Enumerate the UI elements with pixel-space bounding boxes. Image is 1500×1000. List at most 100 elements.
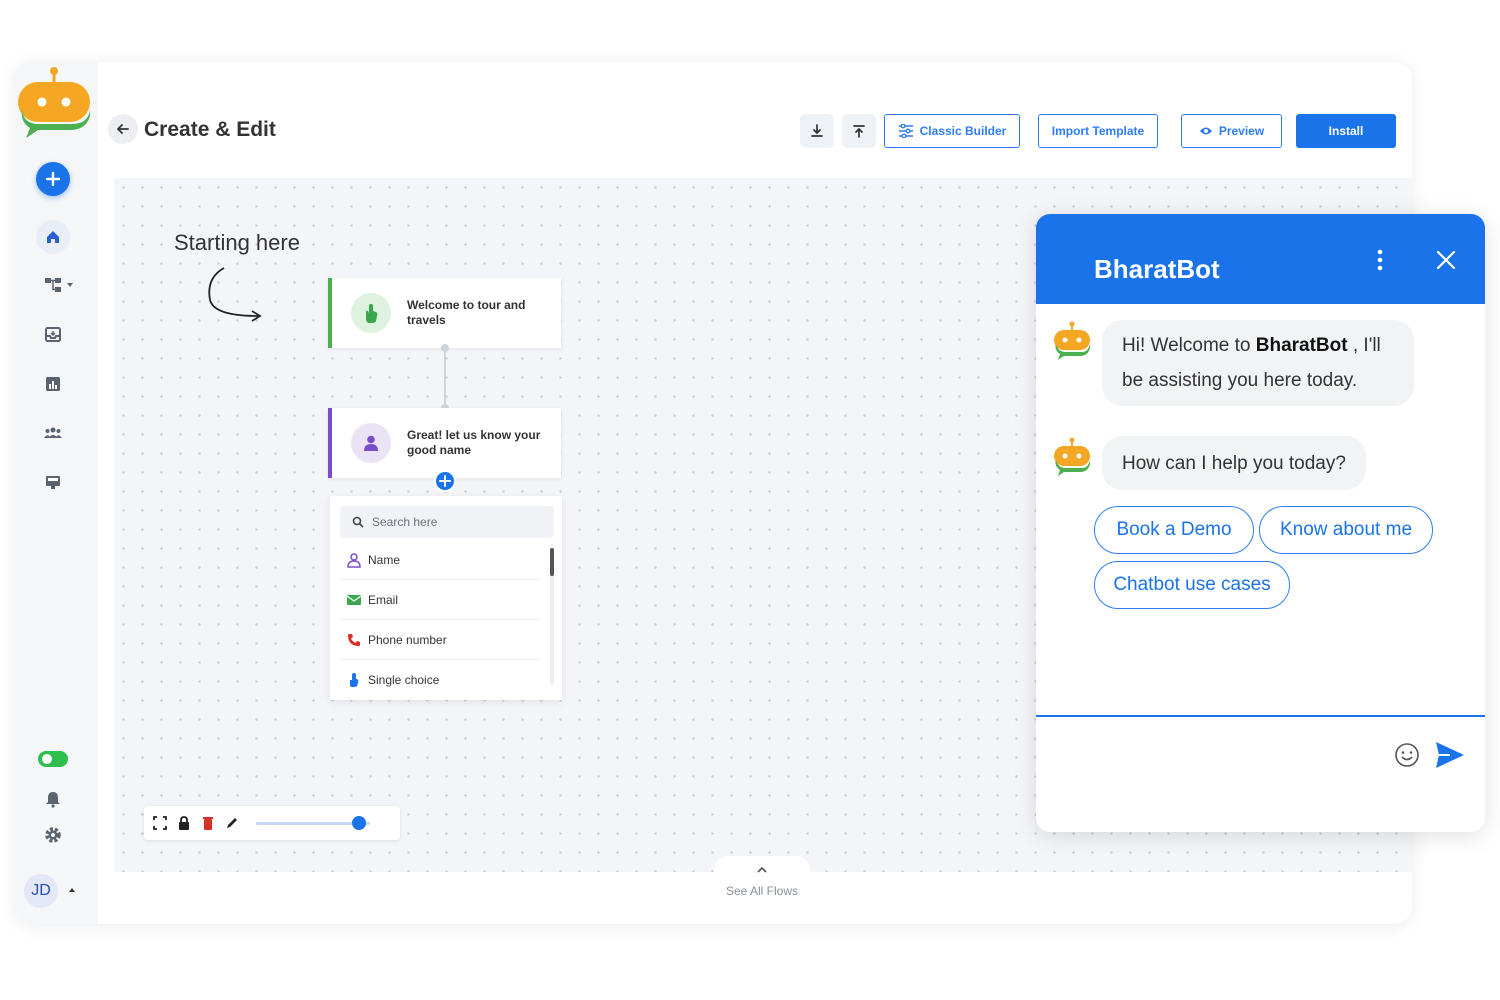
bot-message: How can I help you today?	[1102, 436, 1366, 490]
search-input[interactable]	[372, 515, 542, 529]
message-bot-name: BharatBot	[1255, 335, 1348, 356]
bot-avatar-icon	[1054, 321, 1090, 360]
sidebar-item-analytics[interactable]	[36, 367, 70, 401]
dropdown-item-phone[interactable]: Phone number	[340, 620, 540, 660]
node-text: Welcome to tour and travels	[407, 298, 526, 327]
plus-icon	[45, 171, 61, 187]
home-icon	[47, 231, 59, 243]
monitor-icon	[46, 476, 60, 489]
chevron-down-icon	[67, 283, 73, 287]
flow-tree-icon	[45, 278, 61, 292]
upload-icon	[853, 125, 865, 138]
install-label: Install	[1328, 124, 1364, 138]
user-avatar[interactable]: JD	[24, 874, 58, 908]
inbox-icon	[45, 327, 61, 342]
send-icon[interactable]	[1434, 740, 1466, 770]
node-avatar	[351, 293, 391, 333]
dropdown-item-name[interactable]: Name	[340, 540, 540, 580]
install-button[interactable]: Install	[1296, 114, 1396, 148]
import-template-button[interactable]: Import Template	[1038, 114, 1158, 148]
close-icon	[1436, 250, 1456, 270]
emoji-icon[interactable]	[1394, 742, 1420, 768]
bell-icon	[46, 792, 60, 808]
start-annotation: Starting here	[174, 230, 300, 255]
hand-pointer-icon	[366, 304, 378, 323]
create-new-button[interactable]	[36, 162, 70, 196]
bot-avatar-icon	[1054, 437, 1090, 476]
import-template-label: Import Template	[1051, 124, 1145, 138]
team-icon	[44, 427, 62, 438]
message-text: , I'll	[1347, 335, 1381, 356]
phone-icon	[348, 633, 360, 646]
chat-message-input[interactable]	[1050, 732, 1380, 776]
eye-icon	[1199, 127, 1212, 135]
classic-builder-label: Classic Builder	[919, 124, 1007, 138]
see-all-flows-label: See All Flows	[725, 884, 799, 898]
dropdown-item-label: Name	[368, 552, 401, 567]
arrow-left-icon	[117, 124, 129, 134]
person-outline-icon	[347, 552, 361, 568]
flow-node-welcome[interactable]: Welcome to tour and travels	[328, 278, 561, 348]
single-choice-icon	[350, 673, 359, 687]
chat-input-divider	[1036, 715, 1485, 717]
plus-icon	[439, 475, 451, 487]
toggle-switch-icon	[38, 751, 68, 767]
add-step-button[interactable]	[434, 470, 456, 492]
dropdown-item-single-choice[interactable]: Single choice	[340, 660, 540, 700]
envelope-icon	[346, 594, 362, 605]
canvas-toolbar	[144, 806, 400, 840]
sidebar-item-inbox[interactable]	[36, 318, 70, 352]
app-logo	[16, 64, 92, 140]
chat-header: BharatBot	[1036, 214, 1485, 304]
dropdown-item-label: Phone number	[368, 632, 447, 647]
sliders-icon	[898, 124, 913, 138]
bar-chart-icon	[46, 377, 60, 391]
chat-menu-button[interactable]	[1368, 246, 1392, 274]
step-type-dropdown: Name Email Phone number Single choice	[330, 496, 562, 700]
dropdown-scrollbar-thumb[interactable]	[550, 548, 554, 576]
trash-icon[interactable]	[200, 815, 216, 831]
back-button[interactable]	[108, 114, 138, 144]
message-text: be assisting you here today.	[1122, 370, 1358, 391]
sidebar-item-team[interactable]	[36, 416, 70, 450]
sidebar: JD	[14, 62, 98, 924]
zoom-slider-knob[interactable]	[351, 816, 366, 830]
settings-button[interactable]	[36, 818, 70, 852]
message-text: Hi! Welcome to	[1122, 335, 1256, 356]
chevron-up-icon[interactable]	[68, 886, 76, 894]
download-button[interactable]	[800, 114, 834, 148]
lock-icon[interactable]	[176, 815, 192, 831]
upload-button[interactable]	[842, 114, 876, 148]
page-title: Create & Edit	[144, 118, 276, 141]
fit-view-icon[interactable]	[152, 815, 168, 831]
person-icon	[364, 435, 378, 451]
search-icon	[352, 516, 364, 528]
more-vertical-icon	[1377, 249, 1383, 271]
see-all-flows-button[interactable]: See All Flows	[714, 856, 810, 904]
flow-node-ask-name[interactable]: Great! let us know your good name	[328, 408, 561, 478]
dropdown-item-email[interactable]: Email	[340, 580, 540, 620]
dropdown-item-label: Single choice	[368, 673, 440, 687]
node-text: Great! let us know your good name	[407, 428, 541, 457]
chat-close-button[interactable]	[1434, 246, 1458, 274]
pen-icon[interactable]	[224, 815, 240, 831]
sidebar-item-home[interactable]	[36, 220, 70, 254]
preview-button[interactable]: Preview	[1181, 114, 1282, 148]
quick-reply-use-cases[interactable]: Chatbot use cases	[1094, 561, 1290, 609]
gear-icon	[45, 827, 61, 843]
classic-builder-button[interactable]: Classic Builder	[884, 114, 1020, 148]
status-toggle[interactable]	[36, 748, 70, 770]
sidebar-item-channels[interactable]	[36, 465, 70, 499]
node-avatar	[351, 423, 391, 463]
chevron-up-icon	[757, 866, 767, 873]
step-search[interactable]	[340, 506, 554, 538]
dropdown-item-label: Email	[368, 592, 399, 607]
chat-widget: BharatBot Hi! Welcome to BharatBot , I'l…	[1036, 214, 1485, 832]
notifications-button[interactable]	[36, 782, 70, 816]
chat-bot-name: BharatBot	[1094, 254, 1220, 284]
curved-arrow-icon	[208, 267, 262, 322]
quick-reply-book-demo[interactable]: Book a Demo	[1094, 506, 1254, 554]
quick-reply-know-about-me[interactable]: Know about me	[1259, 506, 1433, 554]
sidebar-item-flows[interactable]	[36, 268, 73, 302]
preview-label: Preview	[1218, 124, 1265, 138]
